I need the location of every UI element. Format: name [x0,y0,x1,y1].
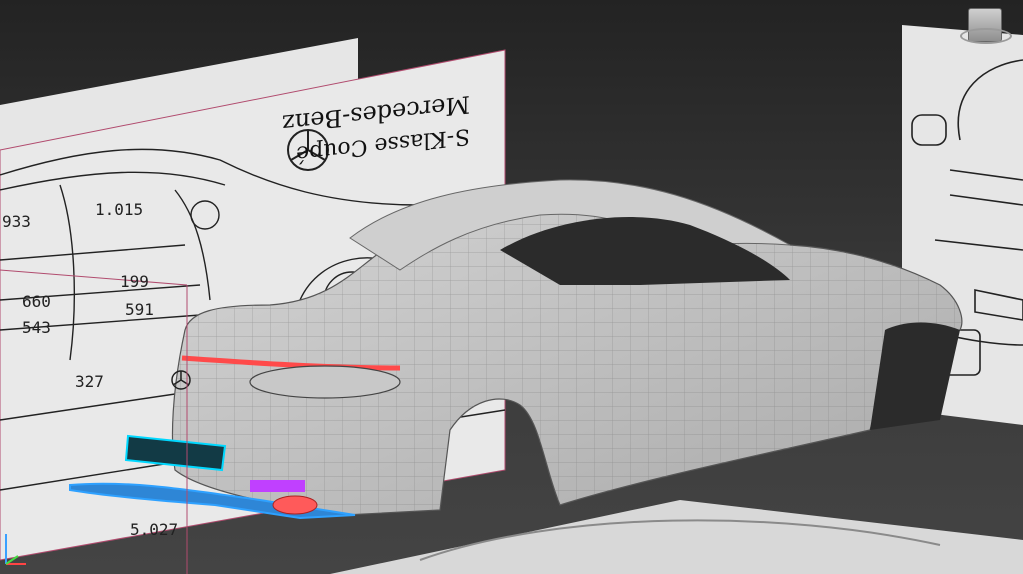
3d-viewport[interactable]: Mercedes-Benz S-Klasse Coupé 933 1.015 6… [0,0,1023,574]
exhaust-tip-magenta[interactable] [250,480,305,492]
dimension-label: 933 [2,212,31,231]
axis-tripod-icon [5,534,26,565]
dimension-label: 327 [75,372,104,391]
dimension-label: 199 [120,272,149,291]
viewcube-compass-ring[interactable] [960,28,1012,44]
dimension-label: 5.027 [130,520,179,539]
tail-light-mesh[interactable] [249,365,401,399]
dimension-label: 591 [125,300,154,319]
dimension-label: 1.015 [95,200,144,219]
exhaust-tip-red[interactable] [272,495,318,515]
dimension-label: 543 [22,318,51,337]
dimension-label: 660 [22,292,51,311]
